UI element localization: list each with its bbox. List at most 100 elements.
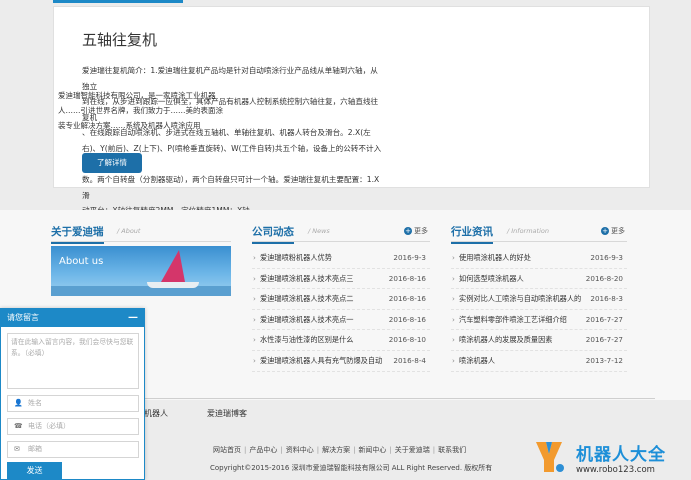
widget-title: 请您留言 — [7, 313, 39, 322]
industry-news-more-link[interactable]: + 更多 — [601, 226, 625, 236]
widget-header[interactable]: 请您留言 — — [1, 309, 144, 327]
news-item-date: 2016-8-16 — [388, 294, 426, 304]
mail-icon: ✉ — [14, 445, 20, 453]
send-button[interactable]: 发送 — [7, 462, 62, 480]
company-news-list: 爱迪瑞喷粉机器人优势 2016-9-3 爱迪瑞喷涂机器人技术亮点三 2016-8-16… — [252, 248, 430, 372]
logo-name: 机器人大全 — [576, 445, 666, 465]
more-label: 更多 — [611, 227, 625, 235]
learn-more-button[interactable]: 了解详情 — [82, 153, 142, 173]
news-item-date: 2016-8-16 — [388, 273, 426, 283]
industry-news-en-label: / Information — [507, 227, 549, 235]
email-placeholder: 邮箱 — [28, 445, 42, 453]
news-item-date: 2016-8-4 — [393, 355, 426, 365]
news-item[interactable]: 水性漆与油性漆的区别是什么 2016-8-10 — [252, 330, 430, 351]
phone-placeholder: 电话（必填） — [28, 422, 70, 430]
phone-field[interactable]: ☎ 电话（必填） — [7, 418, 139, 435]
news-item-title: 实例对比人工喷涂与自动喷涂机器人的 — [459, 294, 582, 304]
news-item-date: 2016-8-3 — [590, 294, 623, 304]
product-title: 五轴往复机 — [82, 31, 158, 49]
company-news-more-link[interactable]: + 更多 — [404, 226, 428, 236]
about-banner-image[interactable]: About us — [51, 246, 231, 296]
news-item[interactable]: 喷涂机器人的发展及质量因素 2016-7-27 — [451, 330, 627, 351]
industry-news-title[interactable]: 行业资讯 — [451, 224, 493, 244]
news-item-date: 2016-7-27 — [585, 335, 623, 345]
footer-nav-link[interactable]: 产品中心 — [249, 446, 277, 454]
news-item-title: 爱迪瑞喷涂机器人技术亮点一 — [260, 314, 354, 324]
footer-nav-link[interactable]: 解决方案 — [322, 446, 350, 454]
company-news-title[interactable]: 公司动态 — [252, 224, 294, 244]
company-news-header: 公司动态 / News + 更多 — [252, 224, 430, 244]
more-label: 更多 — [414, 227, 428, 235]
minimize-icon[interactable]: — — [128, 309, 138, 327]
robot-logo-icon — [536, 442, 564, 472]
about-title[interactable]: 关于爱迪瑞 — [51, 224, 104, 244]
phone-icon: ☎ — [14, 422, 23, 430]
industry-news-header: 行业资讯 / Information + 更多 — [451, 224, 627, 244]
footer-nav-link[interactable]: 新闻中心 — [358, 446, 386, 454]
company-news-en-label: / News — [308, 227, 330, 235]
message-textarea[interactable]: 请在此输入留言内容，我们会尽快与您联系。（必填） — [7, 333, 139, 389]
news-item[interactable]: 汽车塑料零部件喷涂工艺详细介绍 2016-7-27 — [451, 310, 627, 331]
news-item[interactable]: 爱迪瑞喷粉机器人优势 2016-9-3 — [252, 248, 430, 269]
about-image-caption: About us — [59, 256, 104, 267]
news-item[interactable]: 爱迪瑞喷涂机器人技术亮点一 2016-8-16 — [252, 310, 430, 331]
news-item-title: 喷涂机器人的发展及质量因素 — [459, 335, 553, 345]
copyright: Copyright©2015-2016 深圳市爱迪瑞智能科技有限公司 ALL R… — [210, 464, 493, 472]
news-item-date: 2016-9-3 — [393, 253, 426, 262]
footer-nav: 网站首页 | 产品中心 | 资料中心 | 解决方案 | 新闻中心 | 关于爱迪瑞 | 联系我们 — [213, 445, 466, 455]
news-item-title: 喷涂机器人 — [459, 355, 495, 365]
footer-nav-separator: | — [432, 446, 436, 454]
news-item[interactable]: 爱迪瑞喷涂机器人技术亮点三 2016-8-16 — [252, 269, 430, 290]
logo-url: www.robo123.com — [576, 465, 655, 475]
footer-nav-separator: | — [389, 446, 392, 454]
footer-divider — [145, 398, 655, 399]
news-item-date: 2016-7-27 — [585, 314, 623, 324]
news-item-title: 如何选型喷涂机器人 — [459, 273, 524, 283]
news-item-date: 2016-8-16 — [388, 314, 426, 324]
news-item-date: 2016-9-3 — [590, 253, 623, 262]
footer-nav-link[interactable]: 关于爱迪瑞 — [395, 446, 430, 454]
news-item-title: 汽车塑料零部件喷涂工艺详细介绍 — [459, 314, 567, 324]
site-logo: 机器人大全 www.robo123.com — [532, 438, 688, 478]
industry-news-list: 使用喷涂机器人的好处 2016-9-3 如何选型喷涂机器人 2016-8-20 实例对比… — [451, 248, 627, 372]
footer-nav-link[interactable]: 资料中心 — [286, 446, 314, 454]
email-field[interactable]: ✉ 邮箱 — [7, 441, 139, 458]
footer-nav-link[interactable]: 网站首页 — [213, 446, 241, 454]
news-item-title: 水性漆与油性漆的区别是什么 — [260, 335, 354, 345]
footer-nav-separator: | — [280, 446, 283, 454]
name-placeholder: 姓名 — [28, 399, 42, 407]
news-item-title: 爱迪瑞喷涂机器人技术亮点三 — [260, 273, 354, 283]
user-icon: 👤 — [14, 399, 23, 407]
plus-icon: + — [601, 227, 609, 235]
footer-nav-separator: | — [244, 446, 247, 454]
news-item[interactable]: 喷涂机器人 2013-7-12 — [451, 351, 627, 372]
sailboat-hull — [147, 282, 199, 288]
plus-icon: + — [404, 227, 412, 235]
product-tab-indicator — [53, 0, 183, 3]
news-item-title: 使用喷涂机器人的好处 — [459, 253, 531, 262]
footer-nav-link[interactable]: 联系我们 — [438, 446, 466, 454]
sea — [51, 286, 231, 296]
news-item[interactable]: 如何选型喷涂机器人 2016-8-20 — [451, 269, 627, 290]
about-en-label: / About — [117, 227, 141, 235]
news-item[interactable]: 实例对比人工喷涂与自动喷涂机器人的 2016-8-3 — [451, 289, 627, 310]
footer-nav-separator: | — [316, 446, 320, 454]
news-item-date: 2016-8-20 — [585, 273, 623, 283]
news-item-title: 爱迪瑞喷涂机器人技术亮点二 — [260, 294, 354, 304]
name-field[interactable]: 👤 姓名 — [7, 395, 139, 412]
news-item-date: 2013-7-12 — [585, 355, 623, 365]
about-header: 关于爱迪瑞 / About — [51, 224, 231, 244]
friend-link-1[interactable]: 机器人 — [144, 408, 168, 419]
news-item[interactable]: 爱迪瑞喷涂机器人技术亮点二 2016-8-16 — [252, 289, 430, 310]
message-widget: 请您留言 — 请在此输入留言内容，我们会尽快与您联系。（必填） 👤 姓名 ☎ 电话（… — [0, 308, 145, 480]
friend-link-2[interactable]: 爱迪瑞博客 — [207, 408, 247, 419]
about-text: 爱迪瑞智能科技有限公司，是一家喷涂工业机器人……引进世界名牌，我们致力于……美的… — [58, 91, 223, 130]
news-item-title: 爱迪瑞喷粉机器人优势 — [260, 253, 332, 262]
footer-nav-separator: | — [353, 446, 356, 454]
news-item-title: 爱迪瑞喷涂机器人具有充气防爆及自动 — [260, 355, 383, 365]
news-item-date: 2016-8-10 — [388, 335, 426, 345]
news-item[interactable]: 使用喷涂机器人的好处 2016-9-3 — [451, 248, 627, 269]
product-description: 爱迪瑞往复机简介：1.爱迪瑞往复机产品均是针对自动喷涂行业产品线从单轴到六轴，从… — [82, 66, 382, 215]
sailboat-sail — [161, 250, 185, 282]
news-item[interactable]: 爱迪瑞喷涂机器人具有充气防爆及自动 2016-8-4 — [252, 351, 430, 372]
